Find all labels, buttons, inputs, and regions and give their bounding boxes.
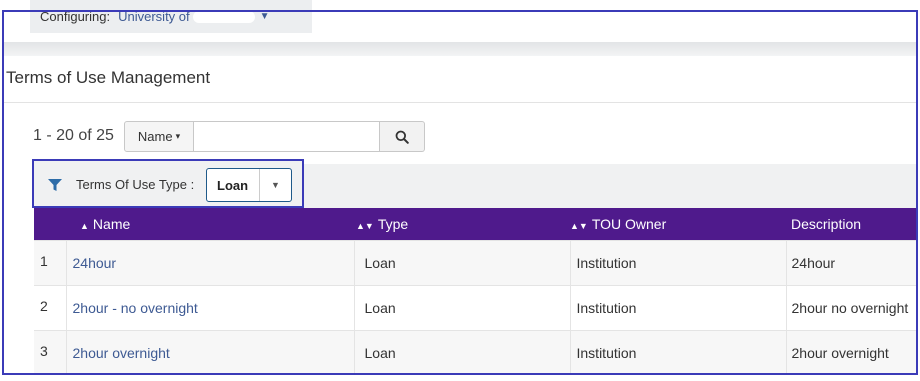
row-number: 3 (34, 329, 67, 375)
page-title: Terms of Use Management (6, 68, 211, 87)
name-link[interactable]: 2hour overnight (73, 345, 170, 361)
title-divider (4, 102, 918, 103)
header-divider (4, 42, 918, 56)
terms-of-use-table: ▲ Name ▲▼ Type ▲▼ TOU Owner Description 1 2… (34, 208, 918, 375)
table-row[interactable]: 3 2hour overnight Loan Institution 2hour… (34, 329, 918, 375)
filter-chip: Terms Of Use Type : Loan ▼ (32, 159, 304, 208)
search-icon (395, 130, 409, 144)
configuring-label: Configuring: (40, 9, 111, 24)
institution-name[interactable]: University of (118, 9, 190, 24)
chevron-down-icon[interactable]: ▼ (260, 11, 270, 22)
search-input[interactable] (194, 121, 380, 152)
search-field-dropdown[interactable]: Name ▾ (124, 121, 194, 152)
search-button[interactable] (380, 121, 425, 152)
column-header-tou-owner[interactable]: ▲▼ TOU Owner (570, 208, 786, 240)
description-cell: 24hour (786, 239, 918, 285)
type-cell: Loan (354, 284, 571, 330)
filter-label: Terms Of Use Type : (76, 177, 195, 192)
table-row[interactable]: 1 24hour Loan Institution 24hour (34, 239, 918, 285)
description-cell: 2hour no overnight (786, 284, 918, 330)
configuring-bar[interactable]: Configuring: University of ▼ (30, 0, 312, 33)
owner-cell: Institution (570, 284, 787, 330)
type-cell: Loan (354, 329, 571, 375)
pagination-range: 1 - 20 of 25 (33, 127, 114, 144)
table-row[interactable]: 2 2hour - no overnight Loan Institution … (34, 284, 918, 330)
search-field-label: Name (137, 129, 173, 144)
redaction-mark (192, 10, 255, 23)
selected-type-value[interactable]: Loan (207, 169, 259, 201)
sort-icon: ▲▼ (570, 220, 588, 231)
search-group: Name ▾ (124, 121, 425, 152)
column-header-description[interactable]: Description (786, 208, 918, 240)
row-number: 1 (34, 239, 67, 285)
row-number: 2 (34, 284, 67, 330)
column-header-type[interactable]: ▲▼ Type (354, 208, 570, 240)
terms-of-use-type-select[interactable]: Loan ▼ (206, 168, 292, 202)
sort-icon: ▲▼ (356, 220, 374, 231)
name-link[interactable]: 2hour - no overnight (73, 300, 198, 316)
owner-cell: Institution (570, 239, 787, 285)
type-cell: Loan (354, 239, 571, 285)
chevron-down-icon[interactable]: ▼ (259, 169, 291, 201)
description-cell: 2hour overnight (786, 329, 918, 375)
sort-ascending-icon: ▲ (80, 220, 89, 231)
column-header-name[interactable]: ▲ Name (66, 208, 354, 240)
caret-down-icon: ▾ (175, 131, 181, 141)
funnel-icon[interactable] (48, 179, 62, 191)
name-link[interactable]: 24hour (73, 255, 117, 271)
row-number-header (34, 208, 66, 240)
owner-cell: Institution (570, 329, 787, 375)
table-header-row: ▲ Name ▲▼ Type ▲▼ TOU Owner Description (34, 208, 918, 240)
